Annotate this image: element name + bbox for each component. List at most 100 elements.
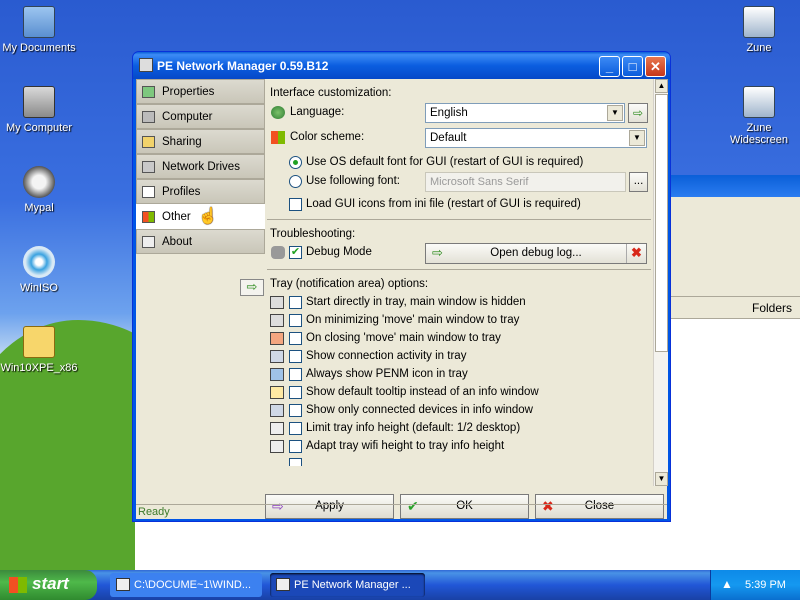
options-scrollbar[interactable]: ▲ ▼	[653, 79, 668, 486]
open-debug-log-button[interactable]: ⇨ Open debug log... ✖	[425, 243, 647, 264]
window-title: PE Network Manager 0.59.B12	[157, 59, 329, 73]
sidebar-item-properties[interactable]: Properties	[136, 79, 265, 104]
computer-icon	[142, 111, 155, 123]
language-value: English	[430, 107, 468, 119]
desktop-icon-winiso[interactable]: WinISO	[0, 246, 81, 294]
font-name-input[interactable]: Microsoft Sans Serif	[425, 172, 626, 192]
sidebar: Properties Computer Sharing Network Driv…	[136, 79, 265, 504]
desktop-icon-zune-widescreen[interactable]: Zune Widescreen	[717, 86, 800, 146]
tray-option-label: Adapt tray wifi height to tray info heig…	[306, 440, 505, 452]
tray-option-checkbox[interactable]	[289, 332, 302, 345]
desktop-icon-label: WinISO	[20, 282, 58, 294]
tray-option-label: On minimizing 'move' main window to tray	[306, 314, 520, 326]
computer-icon	[23, 86, 55, 118]
following-font-radio[interactable]	[289, 175, 302, 188]
divider	[267, 219, 651, 220]
desktop-icon-my-documents[interactable]: My Documents	[0, 6, 81, 54]
height-limit-icon	[270, 422, 284, 435]
clock[interactable]: 5:39 PM	[745, 579, 786, 591]
color-scheme-select[interactable]: Default ▼	[425, 128, 647, 148]
sidebar-item-profiles[interactable]: Profiles	[136, 179, 265, 204]
desktop-icon-my-computer[interactable]: My Computer	[0, 86, 81, 134]
sharing-icon	[142, 136, 155, 148]
desktop-icon-win10xpe[interactable]: Win10XPE_x86	[0, 326, 81, 374]
desktop-icon-label: My Computer	[5, 122, 73, 134]
tray-option-checkbox[interactable]	[289, 422, 302, 435]
color-scheme-icon	[271, 131, 285, 144]
sidebar-item-label: Properties	[162, 86, 215, 98]
tray-close-icon	[270, 332, 284, 345]
taskbar-item-cmd[interactable]: C:\DOCUME~1\WIND...	[110, 573, 262, 597]
monitor-icon	[743, 6, 775, 38]
connected-devices-icon	[270, 404, 284, 417]
tray-option-label: Limit tray info height (default: 1/2 des…	[306, 422, 521, 434]
sidebar-item-sharing[interactable]: Sharing	[136, 129, 265, 154]
properties-icon	[142, 86, 155, 98]
scroll-thumb[interactable]	[655, 94, 668, 352]
tray-option-checkbox[interactable]	[289, 296, 302, 309]
minimize-button[interactable]: _	[599, 56, 620, 77]
load-icons-checkbox[interactable]	[289, 198, 302, 211]
start-button[interactable]: start	[0, 570, 97, 600]
desktop-icon-mypal[interactable]: Mypal	[0, 166, 81, 214]
sidebar-item-about[interactable]: About	[136, 229, 265, 254]
divider	[267, 269, 651, 270]
language-select[interactable]: English ▼	[425, 103, 625, 123]
tray-option-checkbox[interactable]	[289, 350, 302, 363]
os-font-radio[interactable]	[289, 156, 302, 169]
sidebar-item-label: Profiles	[162, 186, 201, 198]
clear-log-icon[interactable]: ✖	[626, 244, 646, 263]
taskbar-item-label: PE Network Manager ...	[294, 579, 411, 591]
monitor-icon	[743, 86, 775, 118]
scroll-up-button[interactable]: ▲	[655, 79, 668, 93]
close-window-button[interactable]: ✕	[645, 56, 666, 77]
raccoon-icon	[23, 166, 55, 198]
tray-option-checkbox[interactable]	[289, 368, 302, 381]
wifi-height-icon	[270, 440, 284, 453]
troubleshooting-section-header: Troubleshooting:	[270, 228, 356, 240]
tray-option-checkbox[interactable]	[289, 314, 302, 327]
window-titlebar[interactable]: PE Network Manager 0.59.B12 _ □ ✕	[133, 52, 670, 79]
desktop-icon-label: Zune	[746, 42, 772, 54]
following-font-label: Use following font:	[306, 175, 400, 187]
font-browse-button[interactable]: ...	[629, 172, 648, 192]
tray-option-label: Always show PENM icon in tray	[306, 368, 468, 380]
network-activity-icon	[270, 350, 284, 363]
window-client: Properties Computer Sharing Network Driv…	[136, 79, 668, 519]
sidebar-item-network-drives[interactable]: Network Drives	[136, 154, 265, 179]
tray-option-checkbox[interactable]	[289, 440, 302, 453]
apply-language-button[interactable]: ⇨	[628, 103, 648, 123]
color-scheme-value: Default	[430, 132, 467, 144]
collapse-arrow-button[interactable]: ⇨	[240, 279, 264, 296]
desktop-icon-zune[interactable]: Zune	[717, 6, 800, 54]
globe-icon	[271, 106, 285, 119]
sidebar-item-label: About	[162, 236, 193, 248]
sidebar-item-computer[interactable]: Computer	[136, 104, 265, 129]
tray-option-label: Show default tooltip instead of an info …	[306, 386, 539, 398]
maximize-button[interactable]: □	[622, 56, 643, 77]
tray-expand-icon[interactable]: ▲	[721, 577, 733, 591]
color-scheme-label: Color scheme:	[290, 131, 365, 143]
arrow-right-icon: ⇨	[432, 245, 443, 260]
hand-cursor-icon: ☝	[198, 208, 218, 225]
language-label: Language:	[290, 106, 345, 118]
taskbar-item-label: C:\DOCUME~1\WIND...	[134, 579, 252, 591]
penm-tray-icon	[270, 368, 284, 381]
tray-option-checkbox[interactable]	[289, 404, 302, 417]
console-icon	[116, 578, 130, 591]
tray-option-checkbox[interactable]	[289, 386, 302, 399]
scroll-down-button[interactable]: ▼	[655, 472, 668, 486]
tray-option-label: Show only connected devices in info wind…	[306, 404, 533, 416]
app-icon	[139, 58, 153, 72]
tray-minimize-icon	[270, 314, 284, 327]
profiles-icon	[142, 186, 155, 198]
sidebar-item-label: Sharing	[162, 136, 202, 148]
taskbar-item-pe-network-manager[interactable]: PE Network Manager ...	[270, 573, 425, 597]
windows-logo-icon	[9, 577, 27, 593]
debug-mode-checkbox[interactable]: ✔	[289, 246, 302, 259]
load-icons-label: Load GUI icons from ini file (restart of…	[306, 198, 581, 210]
tray-start-icon	[270, 296, 284, 309]
app-icon	[276, 578, 290, 591]
other-icon	[142, 211, 155, 223]
tray-option-checkbox-partial[interactable]	[289, 458, 302, 466]
